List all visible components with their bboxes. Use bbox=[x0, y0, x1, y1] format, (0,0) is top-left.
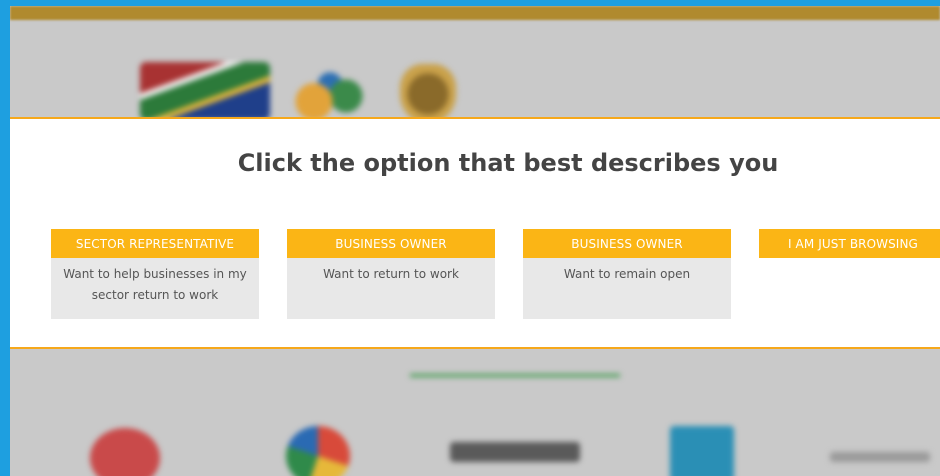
background-partner-logo bbox=[450, 442, 580, 462]
background-coat-of-arms bbox=[400, 64, 456, 124]
background-heading-underline bbox=[410, 374, 620, 377]
option-sector-representative[interactable]: SECTOR REPRESENTATIVE Want to help busin… bbox=[51, 229, 259, 319]
modal-title: Click the option that best describes you bbox=[237, 149, 779, 177]
option-header[interactable]: BUSINESS OWNER bbox=[523, 229, 731, 258]
option-description-line: Want to help businesses in my bbox=[63, 267, 247, 281]
option-business-owner-remain-open[interactable]: BUSINESS OWNER Want to remain open bbox=[523, 229, 731, 319]
option-description[interactable]: Want to help businesses in my sector ret… bbox=[51, 258, 259, 319]
option-description-line: Want to return to work bbox=[323, 267, 459, 281]
background-hands-logo bbox=[290, 68, 370, 124]
background-partner-logo bbox=[286, 426, 350, 476]
background-partner-logo bbox=[670, 426, 734, 476]
option-description-line: sector return to work bbox=[91, 288, 219, 302]
background-flag-graphic bbox=[140, 62, 270, 120]
background-partner-logo bbox=[90, 428, 160, 476]
option-business-owner-return[interactable]: BUSINESS OWNER Want to return to work bbox=[287, 229, 495, 319]
option-header[interactable]: BUSINESS OWNER bbox=[287, 229, 495, 258]
background-partner-logo bbox=[830, 452, 930, 462]
option-header[interactable]: I AM JUST BROWSING bbox=[759, 229, 940, 258]
option-description[interactable]: Want to remain open bbox=[523, 258, 731, 319]
option-header[interactable]: SECTOR REPRESENTATIVE bbox=[51, 229, 259, 258]
option-description[interactable]: Want to return to work bbox=[287, 258, 495, 319]
role-selection-modal: Click the option that best describes you… bbox=[10, 117, 940, 349]
option-description-line: Want to remain open bbox=[563, 267, 691, 281]
option-just-browsing[interactable]: I AM JUST BROWSING bbox=[759, 229, 940, 319]
